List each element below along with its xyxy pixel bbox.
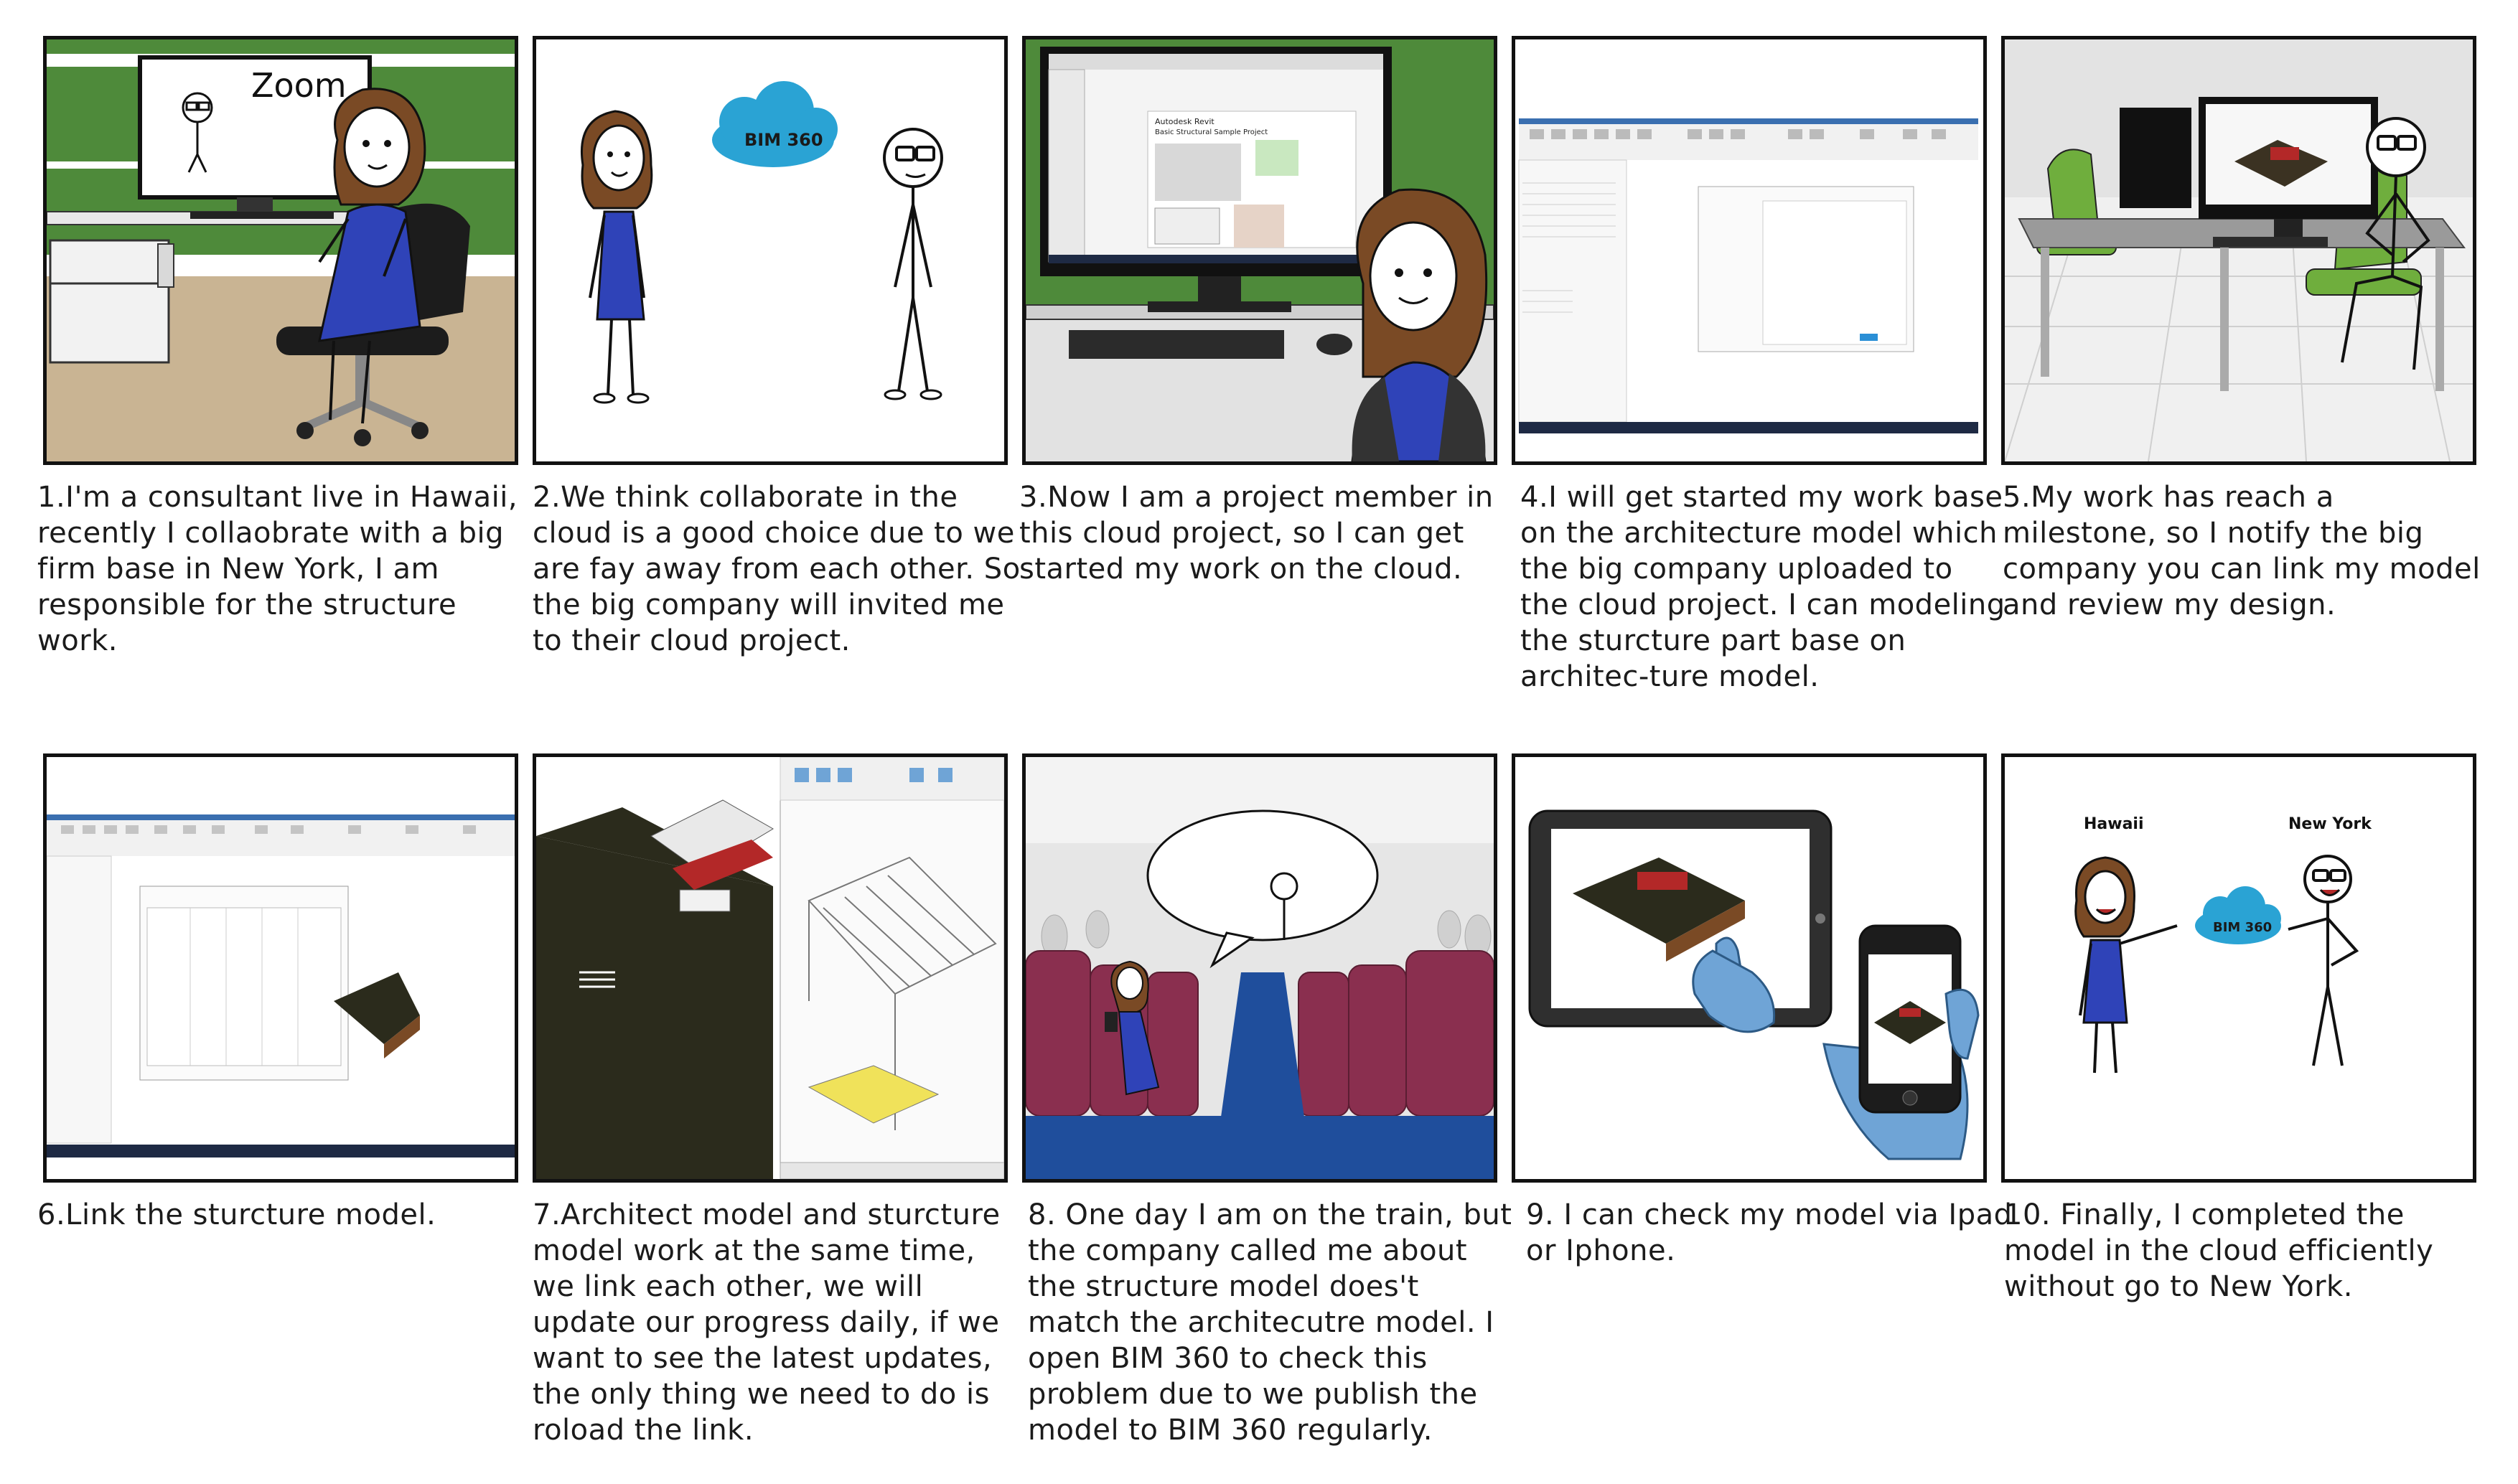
panel-5-frame [2001,36,2476,465]
panel-1-illustration: Zoom [47,39,515,461]
panel-7-frame [533,753,1008,1183]
panel-7-caption: 7.Architect model and sturcture model wo… [533,1198,1001,1447]
revit-subtitle: Basic Structural Sample Project [1155,128,1268,136]
bim360-cloud-icon [712,81,838,167]
panel-2-caption: 2.We think collaborate in the cloud is a… [533,481,1021,657]
panel-8-caption: 8. One day I am on the train, but the co… [1028,1198,1512,1447]
panel-3-illustration: Autodesk Revit Basic Structural Sample P… [1026,39,1494,461]
panel-2-illustration: BIM 360 [581,81,943,404]
panel-6-frame [43,753,518,1183]
panel-1-frame: Zoom [43,36,518,465]
panel-9-frame [1512,753,1987,1183]
panel-8-frame [1022,753,1497,1183]
panel-8-illustration [1026,757,1494,1179]
iphone-icon [1858,924,1962,1114]
ipad-icon [1528,809,1833,1028]
panel-5-caption: 5.My work has reach a milestone, so I no… [2003,481,2481,621]
panel-6-illustration [47,757,515,1179]
panel-2-frame: BIM 360 [533,36,1008,465]
panel-3-frame: Autodesk Revit Basic Structural Sample P… [1022,36,1497,465]
panel-6-caption: 6.Link the sturcture model. [37,1198,436,1231]
panel-7-illustration [536,757,1004,1179]
panel-9-caption: 9. I can check my model via Ipad or Ipho… [1526,1198,2013,1267]
panel-4-caption: 4.I will get started my work base on the… [1520,481,2005,693]
label-hawaii: Hawaii [2084,815,2144,833]
screen-zoom-label: Zoom [251,66,347,105]
cloud-bim360-label: BIM 360 [744,130,823,150]
panel-1-caption: 1.I'm a consultant live in Hawaii, recen… [37,481,518,657]
panel-5-illustration [2005,39,2473,461]
panel-4-frame [1512,36,1987,465]
panel-3-caption: 3.Now I am a project member in this clou… [1019,481,1494,586]
panel-4-illustration [1515,39,1983,461]
panel-10-frame: Hawaii New York BIM 360 [2001,753,2476,1183]
revit-title: Autodesk Revit [1155,117,1214,126]
panel-10-illustration: Hawaii New York BIM 360 [2005,757,2473,1179]
panel-9-illustration [1515,757,1983,1179]
panel-10-caption: 10. Finally, I completed the model in th… [2004,1198,2434,1303]
label-new-york: New York [2288,815,2372,833]
cloud-bim360-label-2: BIM 360 [2213,920,2272,935]
